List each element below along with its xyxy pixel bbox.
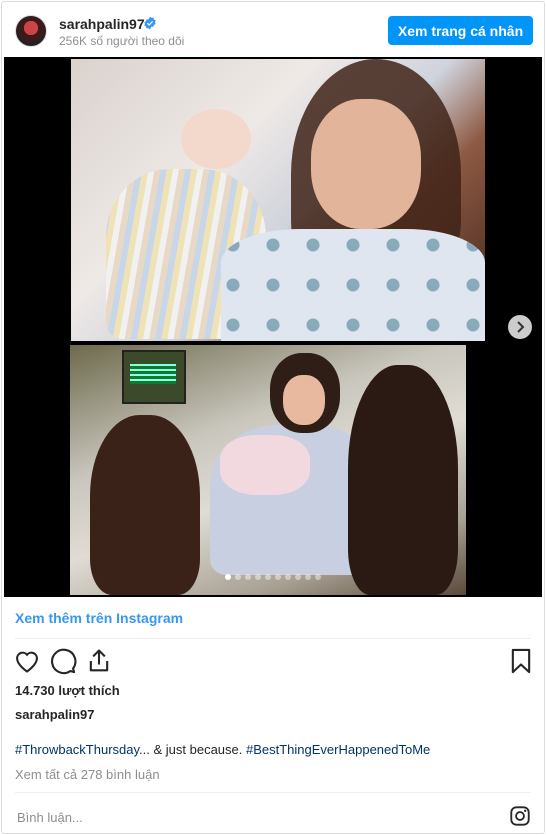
carousel-indicator [4, 574, 542, 580]
post-media-carousel[interactable] [4, 57, 542, 597]
carousel-dot [245, 574, 251, 580]
carousel-dot [255, 574, 261, 580]
carousel-dot [305, 574, 311, 580]
bookmark-icon[interactable] [507, 647, 535, 675]
chevron-right-icon[interactable] [508, 315, 532, 339]
divider [15, 638, 531, 639]
view-all-comments-link[interactable]: Xem tất cả 278 bình luận [15, 767, 160, 782]
post-header: sarahpalin97 256K số người theo dõi Xem … [2, 2, 544, 58]
action-bar [2, 647, 544, 677]
carousel-dot [265, 574, 271, 580]
carousel-dot [315, 574, 321, 580]
carousel-dot [285, 574, 291, 580]
divider [15, 792, 531, 793]
heart-icon[interactable] [13, 647, 41, 675]
carousel-dot [275, 574, 281, 580]
follower-count: 256K số người theo dõi [59, 34, 185, 48]
carousel-dot [225, 574, 231, 580]
view-more-on-instagram-link[interactable]: Xem thêm trên Instagram [15, 610, 183, 626]
post-caption: #ThrowbackThursday... & just because. #B… [15, 742, 430, 757]
carousel-dot [295, 574, 301, 580]
view-profile-button[interactable]: Xem trang cá nhân [388, 16, 533, 45]
comment-input[interactable] [15, 803, 479, 831]
hospital-photo-bottom [70, 345, 466, 595]
verified-badge-icon [144, 16, 156, 30]
caption-username[interactable]: sarahpalin97 [15, 707, 95, 722]
caption-text: ... & just because. [139, 742, 246, 757]
hashtag-bestthingeverhappenedtome[interactable]: #BestThingEverHappenedToMe [246, 742, 430, 757]
instagram-icon[interactable] [509, 805, 531, 827]
share-icon[interactable] [85, 647, 113, 675]
carousel-dot [235, 574, 241, 580]
avatar[interactable] [15, 15, 47, 47]
username[interactable]: sarahpalin97 [59, 16, 145, 32]
comment-icon[interactable] [49, 647, 77, 675]
instagram-embed-card: sarahpalin97 256K số người theo dõi Xem … [1, 1, 545, 834]
hospital-photo-top [71, 59, 485, 341]
hashtag-throwbackthursday[interactable]: #ThrowbackThursday [15, 742, 139, 757]
like-count[interactable]: 14.730 lượt thích [15, 683, 120, 698]
